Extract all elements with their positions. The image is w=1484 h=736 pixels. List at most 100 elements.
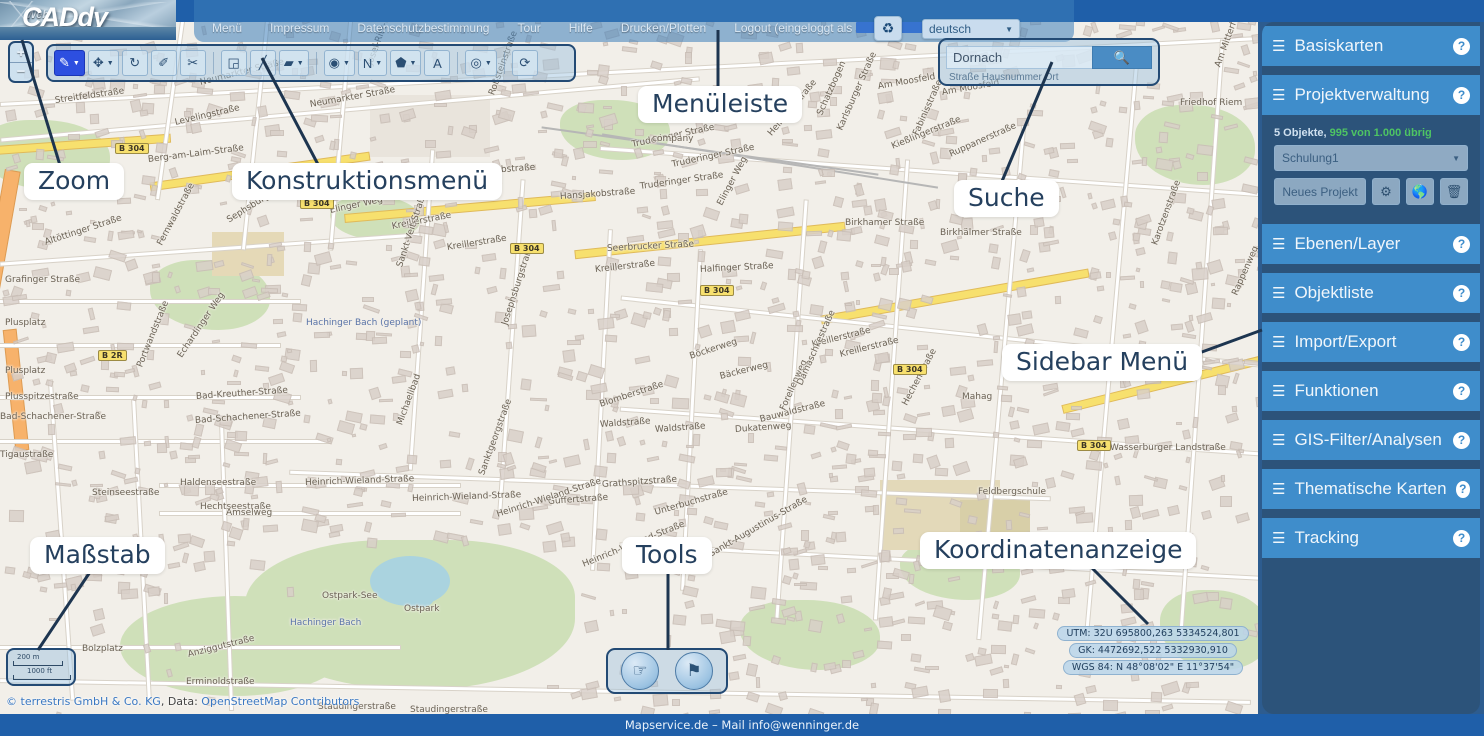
menu-item-datenschutz[interactable]: Datenschutzbestimmung [343,21,503,35]
search-button[interactable]: 🔍 [1092,46,1152,69]
building-footprint [542,283,560,293]
building-footprint [392,375,407,385]
building-footprint [786,66,801,76]
building-footprint [1072,327,1089,340]
map-tools-panel[interactable]: ☞ ⚑ [606,648,728,694]
help-icon[interactable]: ? [1453,86,1470,104]
help-icon[interactable]: ? [1453,235,1470,253]
building-footprint [738,213,749,224]
chevron-down-icon[interactable]: ▼ [73,60,80,67]
copy-paste-tool[interactable]: ◲ [220,50,247,76]
rotate-tool[interactable]: ↻ [121,50,148,76]
project-settings-button[interactable]: ⚙ [1372,178,1400,205]
chevron-down-icon[interactable]: ▼ [410,60,417,67]
building-footprint [1086,192,1093,200]
map-street-label: Karlsburger Straße [835,50,879,133]
map-street-label: Kreillerstraße [594,258,656,275]
sidebar-item-objektliste[interactable]: ☰ Objektliste ? [1262,273,1480,313]
help-icon[interactable]: ? [1453,431,1470,449]
project-delete-button[interactable]: 🗑 [1440,178,1468,205]
help-icon[interactable]: ? [1453,333,1470,351]
move-tool[interactable]: ✥ ▼ [87,50,119,76]
menu-item-hilfe[interactable]: Hilfe [555,21,607,35]
building-footprint [778,41,793,52]
building-footprint [1133,588,1144,601]
construction-toolbar[interactable]: ✎ ▼ ✥ ▼ ↻ ✐ ✂ ◲ ╱ ▰ ▼ ◉ ▼ N ▼ ⬟ ▼ A ◎ ▼ ⟳ [46,44,576,82]
chevron-down-icon[interactable]: ▼ [485,60,492,67]
map-street-label: Truderinger Straße [639,170,725,192]
building-footprint [330,264,342,270]
zoom-out-button[interactable]: − [10,63,32,82]
building-footprint [800,529,809,541]
project-globe-button[interactable]: 🌎 [1406,178,1434,205]
attribution-owner[interactable]: terrestris GmbH & Co. KG [21,695,161,708]
help-icon[interactable]: ? [1453,37,1470,55]
building-footprint [832,195,844,208]
line-tool[interactable]: ✐ [150,50,177,76]
search-panel[interactable]: Dornach 🔍 Straße Hausnummer Ort [938,38,1160,86]
polygon-tool[interactable]: ⬟ ▼ [390,50,422,76]
sidebar-menu[interactable]: ☰ Basiskarten ? ☰ Projektverwaltung ? 5 … [1262,22,1480,714]
menu-item-impressum[interactable]: Impressum [256,21,343,35]
search-input[interactable]: Dornach [946,46,1092,69]
attribution-osm-link[interactable]: OpenStreetMap Contributors [201,695,359,708]
project-select[interactable]: Schulung1 ▼ [1274,145,1468,171]
eraser-tool[interactable]: ▰ ▼ [278,50,309,76]
building-footprint [227,381,242,386]
edit-tool[interactable]: ✎ ▼ [54,50,85,76]
zoom-in-button[interactable]: + [10,43,32,63]
building-footprint [276,330,287,338]
pan-hand-tool-button[interactable]: ☞ [621,652,659,690]
measure-tool-button[interactable]: ⚑ [675,652,713,690]
zoom-control[interactable]: + − [8,41,34,83]
menu-item-drucken-plotten[interactable]: Drucken/Plotten [607,21,720,35]
point-tool[interactable]: ◉ ▼ [323,50,355,76]
building-footprint [624,416,640,428]
building-footprint [787,324,804,332]
chevron-down-icon[interactable]: ▼ [343,60,350,67]
sidebar-item-projektverwaltung[interactable]: ☰ Projektverwaltung ? [1262,75,1480,115]
sidebar-item-thematische-karten[interactable]: ☰ Thematische Karten ? [1262,469,1480,509]
menu-item-tour[interactable]: Tour [503,21,554,35]
search-icon: 🔍 [1113,49,1131,65]
building-footprint [990,644,1006,655]
refresh-tool[interactable]: ⟳ [511,50,538,76]
cut-tool[interactable]: ✂ [179,50,206,76]
sidebar-item-import-export[interactable]: ☰ Import/Export ? [1262,322,1480,362]
help-icon[interactable]: ? [1455,480,1470,498]
building-footprint [1253,245,1258,259]
language-select[interactable]: deutsch ▼ [922,19,1020,39]
polyline-tool[interactable]: N ▼ [357,50,388,76]
move-icon: ✥ [92,55,104,70]
building-footprint [181,552,189,563]
new-project-button[interactable]: Neues Projekt [1274,178,1366,205]
help-icon[interactable]: ? [1453,382,1470,400]
map-attribution[interactable]: © terrestris GmbH & Co. KG, Data: OpenSt… [6,695,359,708]
sidebar-item-basiskarten[interactable]: ☰ Basiskarten ? [1262,26,1480,66]
sidebar-item-ebenen-layer[interactable]: ☰ Ebenen/Layer ? [1262,224,1480,264]
building-footprint [159,312,170,326]
building-footprint [1007,312,1022,326]
footer-text[interactable]: Mapservice.de – Mail info@wenninger.de [625,718,859,732]
menu-item-menue[interactable]: Menü [194,21,256,35]
building-footprint [834,408,843,419]
text-tool[interactable]: A [424,50,451,76]
building-footprint [1202,344,1218,352]
app-logo[interactable]: Web CADdy [0,0,176,40]
chevron-down-icon[interactable]: ▼ [297,60,304,67]
help-icon[interactable]: ? [1453,529,1470,547]
chevron-down-icon[interactable]: ▼ [107,60,114,67]
building-footprint [219,415,233,427]
recycle-button[interactable]: ♻ [874,16,902,41]
building-footprint [1043,226,1055,239]
draw-line-tool[interactable]: ╱ [249,50,276,76]
help-icon[interactable]: ? [1453,284,1470,302]
building-footprint [1029,103,1037,110]
marker-tool[interactable]: ◎ ▼ [465,50,497,76]
map-canvas[interactable]: StreitfeldstraßeNeumarkter StraßeLevelin… [0,0,1258,714]
chevron-down-icon[interactable]: ▼ [375,60,382,67]
sidebar-item-gis-filter-analysen[interactable]: ☰ GIS-Filter/Analysen ? [1262,420,1480,460]
sidebar-item-tracking[interactable]: ☰ Tracking ? [1262,518,1480,558]
sidebar-item-funktionen[interactable]: ☰ Funktionen ? [1262,371,1480,411]
building-footprint [720,412,728,420]
